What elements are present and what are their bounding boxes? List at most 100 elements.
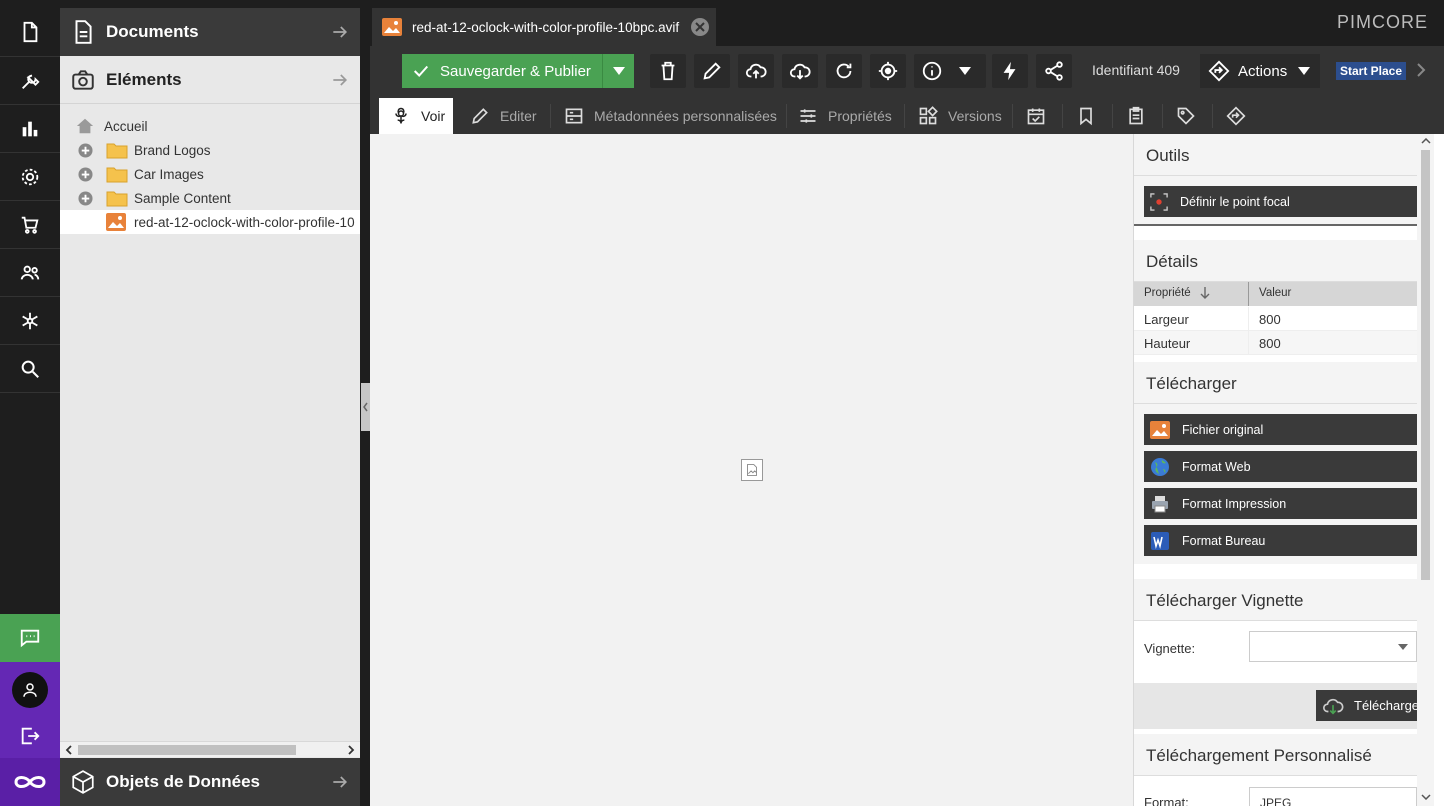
tree-item-folder[interactable]: Sample Content bbox=[60, 186, 360, 210]
thumbnail-label: Vignette: bbox=[1144, 641, 1196, 656]
cart-icon[interactable] bbox=[0, 201, 60, 249]
download-web-button[interactable]: Format Web bbox=[1144, 451, 1417, 482]
cloud-download-icon bbox=[789, 60, 811, 82]
tab-dependencies[interactable] bbox=[1076, 98, 1096, 134]
user-icon[interactable] bbox=[12, 672, 48, 708]
lightning-icon bbox=[999, 60, 1021, 82]
sort-down-icon[interactable] bbox=[1200, 286, 1210, 300]
tools-icon[interactable] bbox=[0, 57, 60, 105]
scroll-thumb[interactable] bbox=[1421, 150, 1430, 580]
locate-in-tree-button[interactable] bbox=[870, 54, 906, 88]
collapse-handle[interactable] bbox=[361, 383, 370, 431]
tree-item-label: red-at-12-oclock-with-color-profile-10 bbox=[134, 214, 355, 230]
document-icon[interactable] bbox=[0, 8, 60, 56]
download-label: Format Bureau bbox=[1182, 533, 1266, 548]
save-publish-button[interactable]: Sauvegarder & Publier bbox=[402, 54, 634, 88]
tree-item-image[interactable]: red-at-12-oclock-with-color-profile-10 bbox=[60, 210, 360, 234]
tab-notes[interactable] bbox=[1126, 98, 1146, 134]
image-icon bbox=[106, 213, 126, 231]
expand-icon[interactable] bbox=[78, 190, 93, 206]
info-button[interactable] bbox=[914, 54, 986, 88]
gear-icon[interactable] bbox=[0, 153, 60, 201]
tab-tags[interactable] bbox=[1176, 98, 1196, 134]
chevron-down-icon[interactable] bbox=[959, 67, 971, 75]
chevron-down-icon[interactable] bbox=[1398, 644, 1408, 650]
delete-button[interactable] bbox=[650, 54, 686, 88]
rename-button[interactable] bbox=[694, 54, 730, 88]
tab-workflow[interactable] bbox=[1226, 98, 1246, 134]
thumbnail-section: Vignette: bbox=[1134, 621, 1417, 683]
table-row: Largeur 800 bbox=[1134, 307, 1417, 331]
tree-horizontal-scrollbar[interactable] bbox=[60, 741, 360, 757]
network-icon[interactable] bbox=[0, 297, 60, 345]
expand-icon[interactable] bbox=[78, 142, 93, 158]
chevron-down-icon[interactable] bbox=[602, 54, 634, 88]
clipboard-icon bbox=[1126, 106, 1146, 126]
pimcore-logo: PIMCORE bbox=[1336, 12, 1428, 32]
arrow-right-icon[interactable] bbox=[330, 772, 350, 792]
focal-point-button[interactable]: Définir le point focal bbox=[1144, 186, 1417, 217]
sliders-icon bbox=[798, 106, 818, 126]
tree-item-label: Accueil bbox=[104, 118, 148, 134]
expand-icon[interactable] bbox=[78, 166, 93, 182]
infinity-icon[interactable] bbox=[0, 758, 60, 806]
tab-view[interactable]: Voir bbox=[379, 98, 453, 134]
folder-icon bbox=[106, 189, 128, 207]
panel-splitter[interactable] bbox=[360, 0, 370, 806]
info-icon bbox=[921, 60, 943, 82]
upload-button[interactable] bbox=[738, 54, 774, 88]
chevron-up-icon[interactable] bbox=[1421, 138, 1431, 144]
document-tab[interactable]: red-at-12-oclock-with-color-profile-10bp… bbox=[372, 8, 716, 46]
chevron-left-icon[interactable] bbox=[64, 745, 74, 755]
download-office-button[interactable]: Format Bureau bbox=[1144, 525, 1417, 556]
tab-custom-metadata[interactable]: Métadonnées personnalisées bbox=[564, 98, 777, 134]
chevron-right-icon[interactable] bbox=[1416, 62, 1426, 78]
folder-icon bbox=[106, 165, 128, 183]
elements-panel-title: Eléments bbox=[106, 69, 182, 89]
side-panel-scrollbar[interactable] bbox=[1417, 134, 1434, 806]
tree-item-folder[interactable]: Car Images bbox=[60, 162, 360, 186]
users-icon[interactable] bbox=[0, 249, 60, 297]
document-tab-title: red-at-12-oclock-with-color-profile-10bp… bbox=[412, 19, 680, 35]
tab-properties[interactable]: Propriétés bbox=[798, 98, 892, 134]
cube-icon bbox=[70, 769, 96, 795]
logout-icon[interactable] bbox=[19, 725, 41, 747]
chevron-down-icon[interactable] bbox=[1421, 794, 1431, 800]
column-header-property[interactable]: Propriété bbox=[1144, 287, 1191, 299]
thumbnail-download-label: Télécharger bbox=[1354, 698, 1424, 713]
asset-tree: Accueil Brand Logos Car Images Sample Co… bbox=[60, 114, 360, 234]
arrow-right-icon[interactable] bbox=[330, 22, 350, 42]
download-original-button[interactable]: Fichier original bbox=[1144, 414, 1417, 445]
tab-edit[interactable]: Editer bbox=[470, 98, 537, 134]
chevron-right-icon[interactable] bbox=[346, 745, 356, 755]
download-print-button[interactable]: Format Impression bbox=[1144, 488, 1417, 519]
format-select[interactable]: JPEG bbox=[1249, 787, 1417, 806]
tab-versions[interactable]: Versions bbox=[918, 98, 1002, 134]
thumbnail-select[interactable] bbox=[1249, 631, 1417, 662]
word-icon bbox=[1150, 531, 1170, 551]
tab-schedule[interactable] bbox=[1026, 98, 1046, 134]
tree-item-folder[interactable]: Brand Logos bbox=[60, 138, 360, 162]
cloud-download-icon bbox=[1322, 695, 1344, 717]
search-icon[interactable] bbox=[0, 345, 60, 393]
trash-icon bbox=[657, 60, 679, 82]
objects-panel-header[interactable]: Objets de Données bbox=[60, 758, 360, 806]
chat-icon[interactable] bbox=[0, 614, 60, 662]
close-icon[interactable] bbox=[690, 17, 710, 37]
scroll-thumb[interactable] bbox=[78, 745, 296, 755]
main-editor-area: red-at-12-oclock-with-color-profile-10bp… bbox=[370, 0, 1444, 806]
arrow-right-icon[interactable] bbox=[330, 70, 350, 90]
tree-item-home[interactable]: Accueil bbox=[60, 114, 360, 138]
elements-panel-header[interactable]: Eléments bbox=[60, 56, 360, 104]
notifications-button[interactable] bbox=[992, 54, 1028, 88]
reload-button[interactable] bbox=[826, 54, 862, 88]
share-button[interactable] bbox=[1036, 54, 1072, 88]
property-name: Largeur bbox=[1144, 312, 1189, 327]
download-button[interactable] bbox=[782, 54, 818, 88]
actions-button[interactable]: Actions bbox=[1200, 54, 1320, 88]
bar-chart-icon[interactable] bbox=[0, 105, 60, 153]
pencil-icon bbox=[470, 106, 490, 126]
column-header-value[interactable]: Valeur bbox=[1259, 287, 1291, 299]
thumbnail-download-button[interactable]: Télécharger bbox=[1316, 690, 1423, 721]
documents-panel-header[interactable]: Documents bbox=[60, 8, 360, 56]
